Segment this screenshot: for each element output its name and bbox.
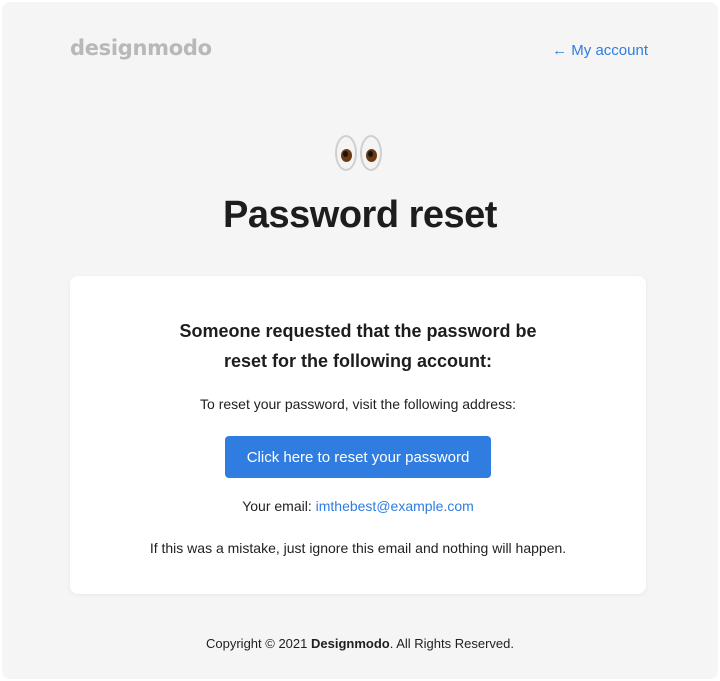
card-heading-line-2: reset for the following account:: [223, 351, 492, 371]
email-frame: designmodo ← My account Password reset S…: [2, 2, 718, 679]
my-account-link[interactable]: ← My account: [552, 42, 648, 59]
email-label: Your email:: [242, 498, 316, 514]
footer-copyright: Copyright © 2021 Designmodo. All Rights …: [2, 636, 718, 651]
copyright-suffix: . All Rights Reserved.: [389, 636, 514, 651]
email-header: designmodo ← My account: [70, 36, 650, 66]
page-title: Password reset: [223, 194, 497, 236]
reset-password-button[interactable]: Click here to reset your password: [225, 436, 491, 478]
designmodo-logo: designmodo: [70, 36, 212, 60]
reset-instruction: To reset your password, visit the follow…: [200, 396, 516, 412]
reset-card: Someone requested that the password be r…: [70, 276, 646, 594]
email-line: Your email: imthebest@example.com: [70, 498, 646, 514]
copyright-prefix: Copyright © 2021: [206, 636, 311, 651]
right-eye-icon: [360, 135, 382, 171]
left-eye-icon: [335, 135, 357, 171]
email-link[interactable]: imthebest@example.com: [316, 498, 474, 514]
mistake-notice: If this was a mistake, just ignore this …: [149, 540, 567, 556]
card-heading-line-1: Someone requested that the password be: [179, 321, 537, 341]
eyes-icon: [335, 135, 385, 173]
card-heading: Someone requested that the password be r…: [70, 316, 646, 376]
copyright-brand: Designmodo: [310, 636, 390, 651]
